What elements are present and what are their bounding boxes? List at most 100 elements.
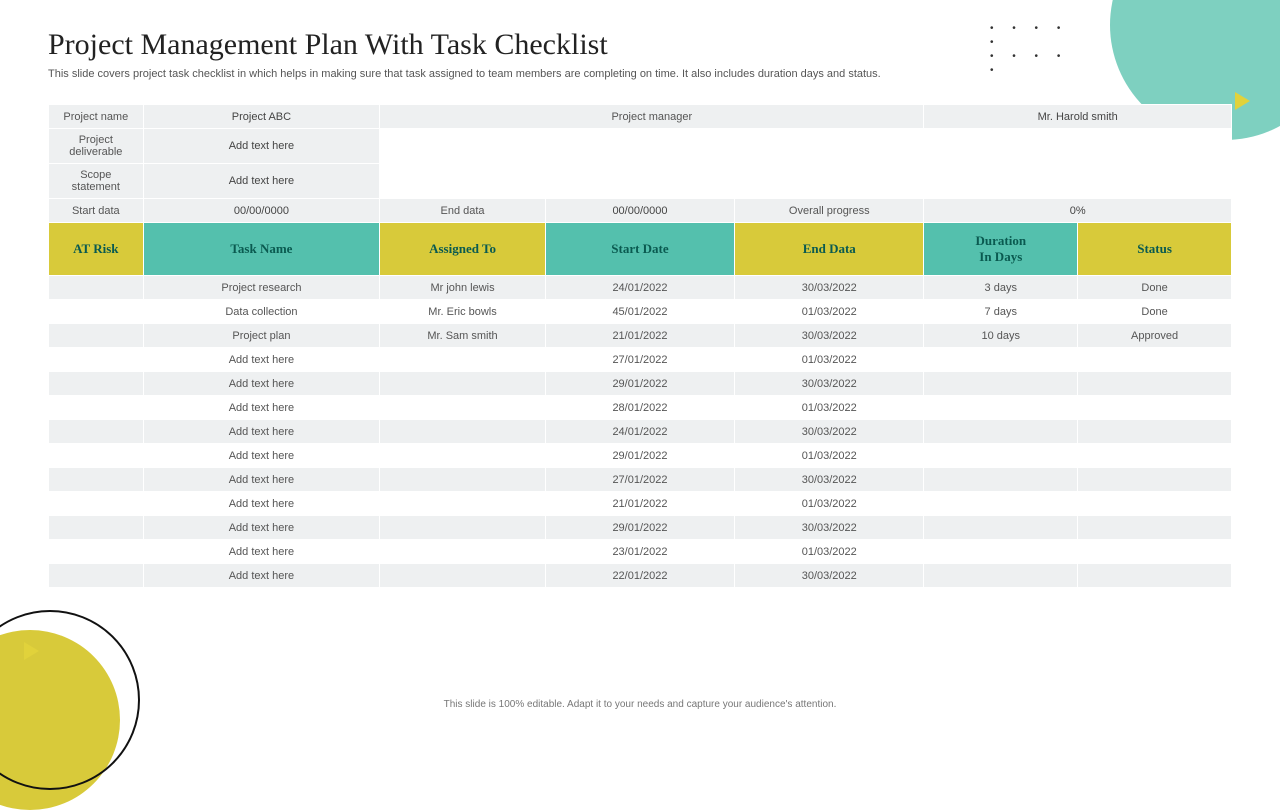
cell-end: 30/03/2022 xyxy=(735,516,924,540)
cell-dur: 7 days xyxy=(924,300,1078,324)
cell-risk xyxy=(49,372,144,396)
cell-status xyxy=(1078,468,1232,492)
table-row: Add text here29/01/202230/03/2022 xyxy=(49,372,1232,396)
cell-risk xyxy=(49,324,144,348)
cell-name: Add text here xyxy=(143,468,380,492)
table-row: Add text here27/01/202230/03/2022 xyxy=(49,468,1232,492)
table-row: Add text here22/01/202230/03/2022 xyxy=(49,564,1232,588)
cell-name: Add text here xyxy=(143,516,380,540)
cell-end: 01/03/2022 xyxy=(735,300,924,324)
cell-start: 29/01/2022 xyxy=(545,444,734,468)
table-row: Add text here29/01/202201/03/2022 xyxy=(49,444,1232,468)
table-row: Add text here29/01/202230/03/2022 xyxy=(49,516,1232,540)
cell-risk xyxy=(49,420,144,444)
cell-assigned: Mr. Sam smith xyxy=(380,324,546,348)
cell-risk xyxy=(49,300,144,324)
cell-risk xyxy=(49,540,144,564)
cell-name: Add text here xyxy=(143,348,380,372)
cell-assigned: Mr john lewis xyxy=(380,276,546,300)
meta-label: Project name xyxy=(49,105,144,129)
meta-value: Mr. Harold smith xyxy=(924,105,1232,129)
cell-status: Approved xyxy=(1078,324,1232,348)
cell-dur xyxy=(924,420,1078,444)
cell-dur xyxy=(924,540,1078,564)
cell-status xyxy=(1078,516,1232,540)
cell-status xyxy=(1078,372,1232,396)
cell-status: Done xyxy=(1078,300,1232,324)
cell-risk xyxy=(49,396,144,420)
footer-note: This slide is 100% editable. Adapt it to… xyxy=(0,699,1280,710)
table-row: Add text here21/01/202201/03/2022 xyxy=(49,492,1232,516)
page-subtitle: This slide covers project task checklist… xyxy=(48,68,1232,80)
cell-risk xyxy=(49,348,144,372)
col-header-assigned: Assigned To xyxy=(380,223,546,276)
cell-dur xyxy=(924,372,1078,396)
meta-label: Project deliverable xyxy=(49,129,144,164)
meta-label: Scope statement xyxy=(49,164,144,199)
col-header-status: Status xyxy=(1078,223,1232,276)
cell-end: 01/03/2022 xyxy=(735,540,924,564)
cell-name: Add text here xyxy=(143,444,380,468)
cell-risk xyxy=(49,492,144,516)
cell-name: Add text here xyxy=(143,492,380,516)
table-row: Add text here24/01/202230/03/2022 xyxy=(49,420,1232,444)
cell-end: 30/03/2022 xyxy=(735,420,924,444)
cell-end: 01/03/2022 xyxy=(735,492,924,516)
meta-value: Project ABC xyxy=(143,105,380,129)
cell-dur xyxy=(924,348,1078,372)
cell-assigned xyxy=(380,444,546,468)
cell-end: 30/03/2022 xyxy=(735,324,924,348)
col-header-duration: Duration In Days xyxy=(924,223,1078,276)
cell-name: Project plan xyxy=(143,324,380,348)
col-header-task: Task Name xyxy=(143,223,380,276)
cell-name: Add text here xyxy=(143,372,380,396)
meta-value: 00/00/0000 xyxy=(143,199,380,223)
cell-name: Add text here xyxy=(143,420,380,444)
cell-assigned xyxy=(380,516,546,540)
cell-assigned xyxy=(380,396,546,420)
cell-start: 21/01/2022 xyxy=(545,324,734,348)
cell-risk xyxy=(49,276,144,300)
cell-end: 30/03/2022 xyxy=(735,372,924,396)
meta-label: Overall progress xyxy=(735,199,924,223)
cell-status xyxy=(1078,348,1232,372)
cell-risk xyxy=(49,444,144,468)
cell-start: 28/01/2022 xyxy=(545,396,734,420)
cell-start: 45/01/2022 xyxy=(545,300,734,324)
cell-assigned xyxy=(380,372,546,396)
cell-status xyxy=(1078,444,1232,468)
cell-end: 01/03/2022 xyxy=(735,348,924,372)
cell-start: 23/01/2022 xyxy=(545,540,734,564)
cell-assigned: Mr. Eric bowls xyxy=(380,300,546,324)
cell-dur xyxy=(924,516,1078,540)
cell-risk xyxy=(49,468,144,492)
play-icon xyxy=(24,642,39,660)
col-header-end: End Data xyxy=(735,223,924,276)
blank-cell xyxy=(380,129,1232,164)
cell-name: Project research xyxy=(143,276,380,300)
meta-value: Add text here xyxy=(143,129,380,164)
meta-label: Project manager xyxy=(380,105,924,129)
cell-end: 30/03/2022 xyxy=(735,468,924,492)
cell-end: 01/03/2022 xyxy=(735,396,924,420)
meta-value: 0% xyxy=(924,199,1232,223)
cell-assigned xyxy=(380,420,546,444)
meta-label: End data xyxy=(380,199,546,223)
cell-assigned xyxy=(380,468,546,492)
cell-name: Add text here xyxy=(143,540,380,564)
cell-start: 27/01/2022 xyxy=(545,348,734,372)
project-plan-table: Project name Project ABC Project manager… xyxy=(48,104,1232,588)
cell-status xyxy=(1078,540,1232,564)
meta-value: Add text here xyxy=(143,164,380,199)
table-row: Add text here28/01/202201/03/2022 xyxy=(49,396,1232,420)
cell-dur: 3 days xyxy=(924,276,1078,300)
cell-dur xyxy=(924,468,1078,492)
cell-dur xyxy=(924,444,1078,468)
cell-start: 22/01/2022 xyxy=(545,564,734,588)
table-row: Add text here 23/01/202201/03/2022 xyxy=(49,540,1232,564)
cell-dur xyxy=(924,492,1078,516)
meta-value: 00/00/0000 xyxy=(545,199,734,223)
cell-name: Add text here xyxy=(143,564,380,588)
table-row: Project planMr. Sam smith21/01/202230/03… xyxy=(49,324,1232,348)
cell-assigned xyxy=(380,540,546,564)
